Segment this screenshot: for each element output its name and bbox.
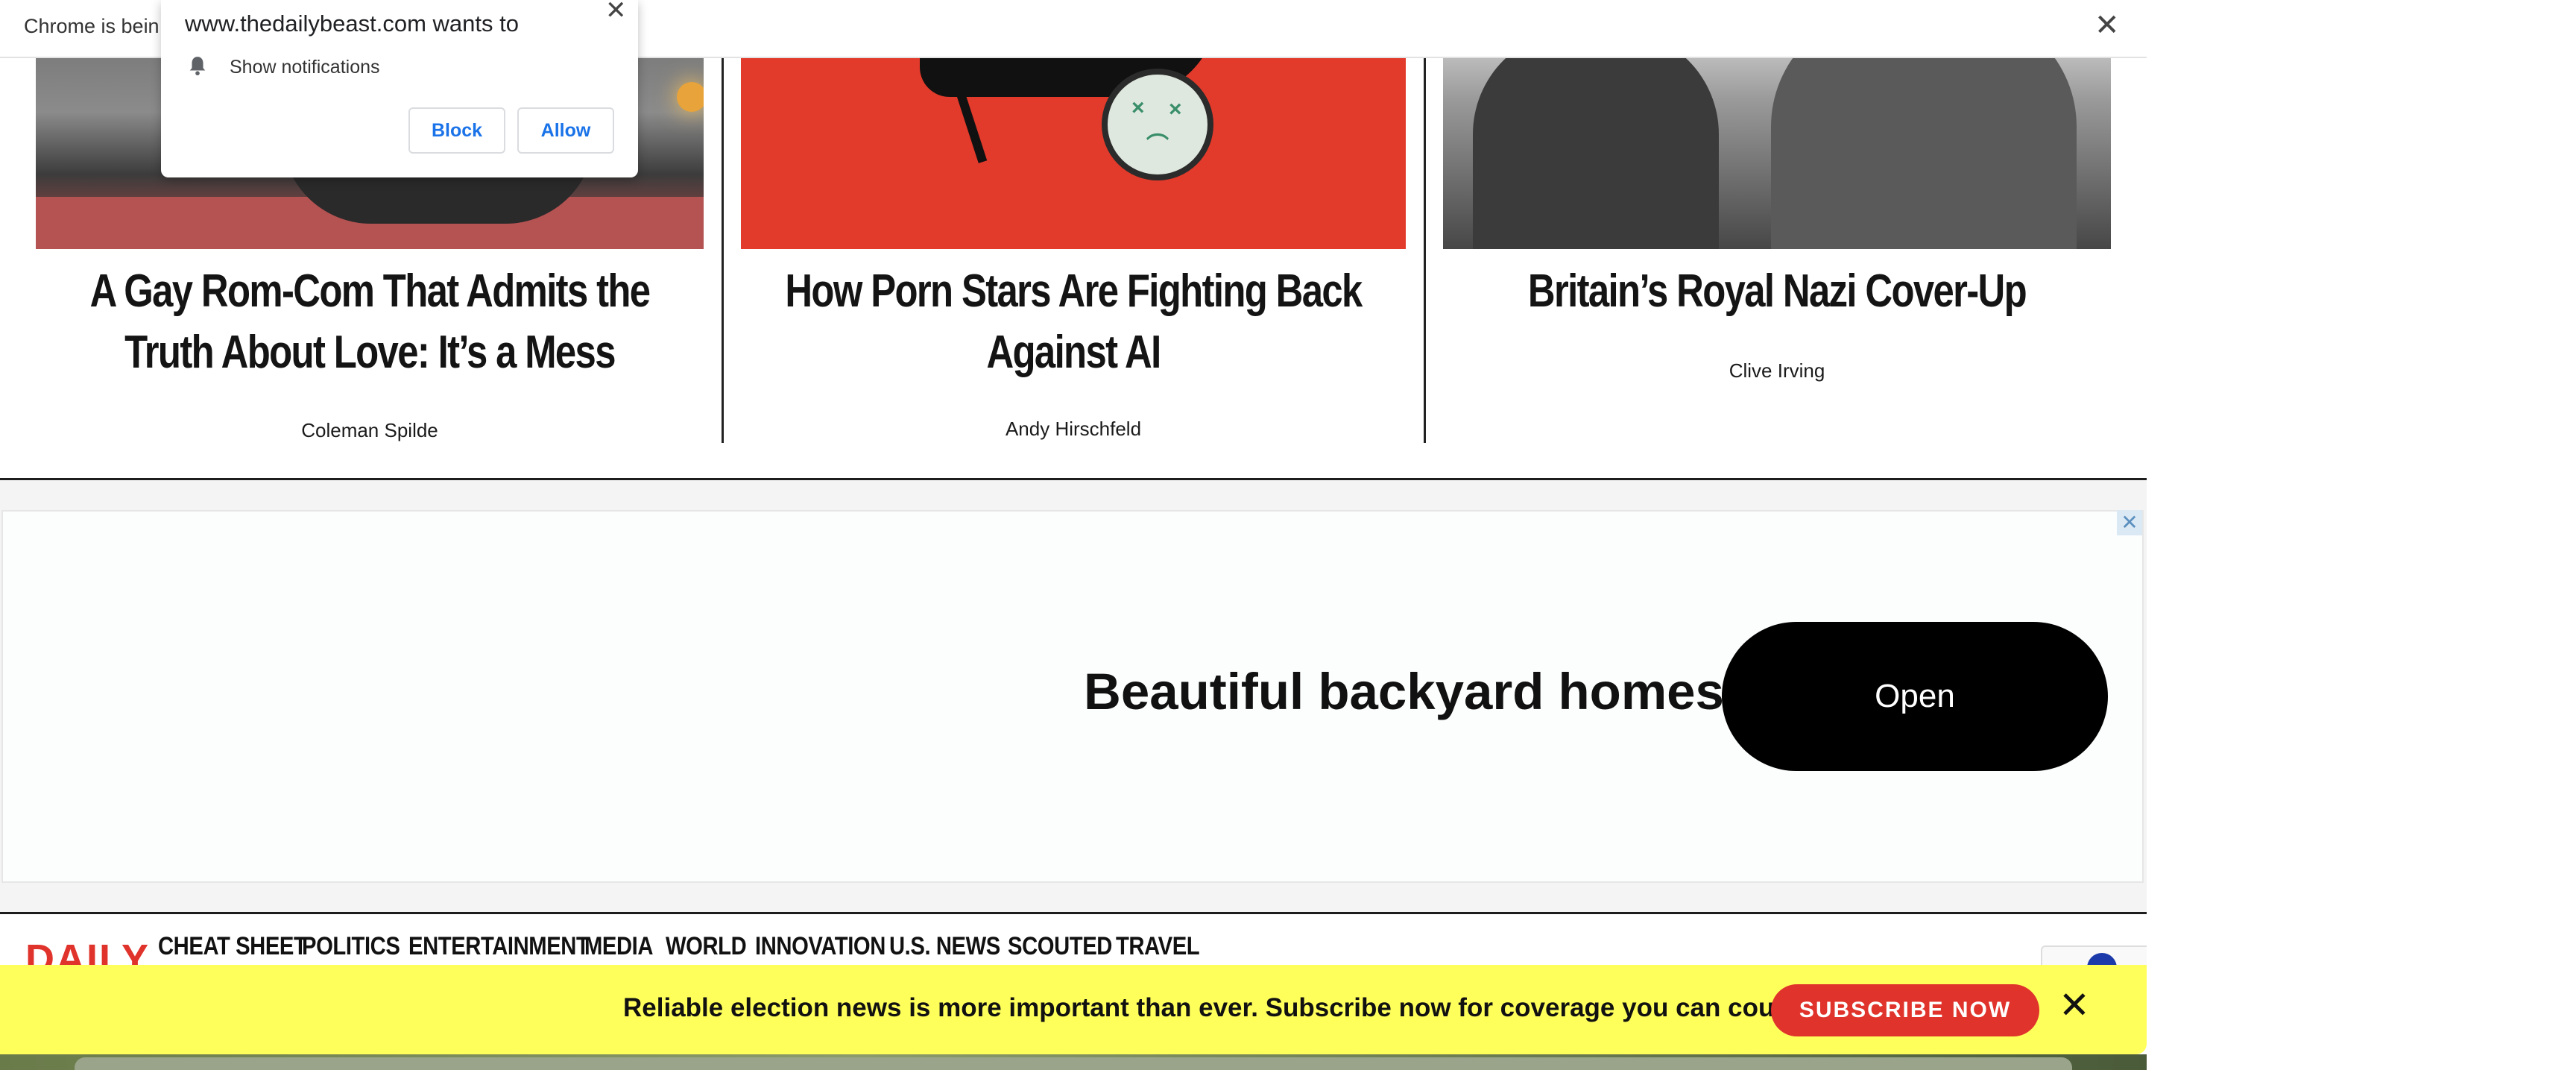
banner-close-icon[interactable]: ✕ xyxy=(2059,983,2090,1027)
site-nav: DAILY CHEAT SHEET POLITICS ENTERTAINMENT… xyxy=(0,914,2147,983)
popup-close-icon[interactable]: ✕ xyxy=(605,0,627,25)
nav-item-cheat-sheet[interactable]: CHEAT SHEET xyxy=(158,932,307,961)
nav-item-travel[interactable]: TRAVEL xyxy=(1116,932,1200,961)
article-headline[interactable]: A Gay Rom-Com That Admits the Truth Abou… xyxy=(42,261,697,383)
daily-beast-logo[interactable]: DAILY xyxy=(25,937,150,966)
nav-item-media[interactable]: MEDIA xyxy=(584,932,654,961)
advertisement[interactable]: ✕ Beautiful backyard homes Open xyxy=(1,510,2144,883)
article-byline[interactable]: Clive Irving xyxy=(1443,359,2111,383)
bell-icon xyxy=(189,57,206,76)
ad-region: ✕ Beautiful backyard homes Open xyxy=(0,480,2147,913)
blank-area xyxy=(2147,0,2576,1070)
notification-permission-popup: www.thedailybeast.com wants to ✕ Show no… xyxy=(161,0,638,177)
subscribe-now-button[interactable]: SUBSCRIBE NOW xyxy=(1771,984,2039,1036)
article-headline[interactable]: How Porn Stars Are Fighting Back Against… xyxy=(747,261,1400,383)
permission-label: Show notifications xyxy=(230,57,380,78)
nav-item-innovation[interactable]: INNOVATION xyxy=(755,932,886,961)
column-divider xyxy=(722,31,724,443)
image-robot: × × ⌒ xyxy=(1102,69,1213,180)
infobar-close-icon[interactable]: ✕ xyxy=(2094,10,2120,40)
allow-button[interactable]: Allow xyxy=(517,107,614,154)
article-byline[interactable]: Coleman Spilde xyxy=(36,419,704,442)
infobar-message: Chrome is bein xyxy=(24,15,160,37)
subscribe-message: Reliable election news is more important… xyxy=(623,993,1846,1022)
webpage: × × ⌒ A Gay Rom-Com That Admits the Truth … xyxy=(0,0,2147,1070)
bottom-pill xyxy=(75,1057,2072,1070)
page-bottom-strip xyxy=(0,1054,2147,1070)
image-candle xyxy=(677,82,704,112)
nav-item-world[interactable]: WORLD xyxy=(666,932,747,961)
block-button[interactable]: Block xyxy=(408,107,505,154)
ad-open-button[interactable]: Open xyxy=(1722,622,2108,771)
article-headline[interactable]: Britain’s Royal Nazi Cover-Up xyxy=(1449,261,2104,322)
popup-title: www.thedailybeast.com wants to xyxy=(185,10,519,37)
ad-close-icon[interactable]: ✕ xyxy=(2117,510,2142,535)
nav-item-entertainment[interactable]: ENTERTAINMENT xyxy=(408,932,590,961)
nav-item-politics[interactable]: POLITICS xyxy=(302,932,400,961)
column-divider xyxy=(1424,31,1426,443)
nav-item-scouted[interactable]: SCOUTED xyxy=(1008,932,1112,961)
nav-item-us-news[interactable]: U.S. NEWS xyxy=(889,932,1000,961)
article-byline[interactable]: Andy Hirschfeld xyxy=(741,418,1406,441)
subscribe-banner: Reliable election news is more important… xyxy=(0,965,2147,1054)
image-person-left xyxy=(1473,30,1719,249)
ad-tagline[interactable]: Beautiful backyard homes xyxy=(1084,662,1724,721)
